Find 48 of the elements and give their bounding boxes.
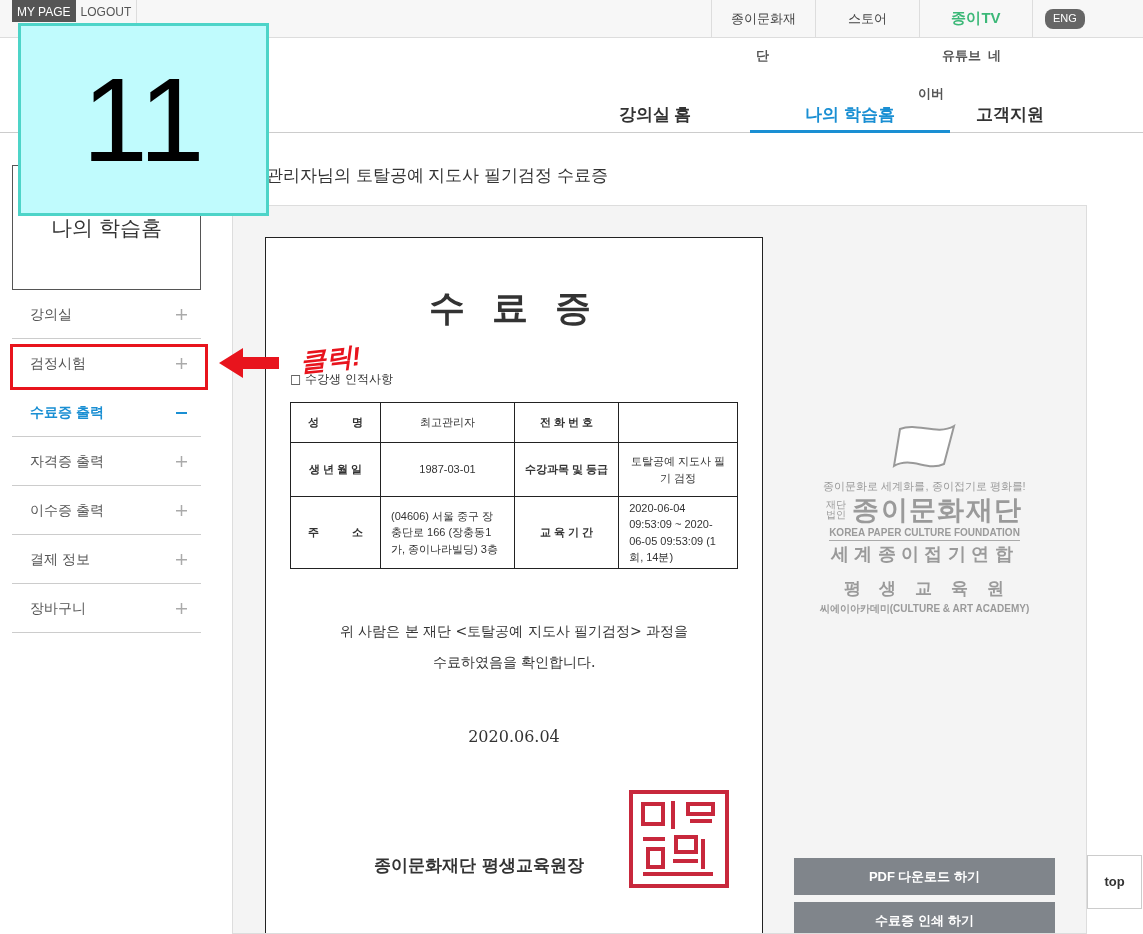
step-number-badge: 11 bbox=[18, 23, 269, 216]
scroll-to-top-button[interactable]: top bbox=[1087, 855, 1142, 909]
label-cell: 전 화 번 호 bbox=[514, 402, 619, 443]
logo-english: KOREA PAPER CULTURE FOUNDATION bbox=[829, 524, 1020, 541]
language-button[interactable]: ENG bbox=[1045, 8, 1085, 29]
logo-name: 종이문화재단 bbox=[852, 494, 1023, 525]
issuer-name: 종이문화재단 평생교육원장 bbox=[374, 854, 584, 877]
statement-text: 위 사람은 본 재단 <토탈공예 지도사 필기검정> 과정을 bbox=[339, 622, 689, 641]
arrow-icon bbox=[219, 348, 279, 378]
nav-tab[interactable]: 강의실 홈 bbox=[560, 103, 750, 133]
top-link[interactable]: 스토어 bbox=[815, 0, 919, 37]
value-cell: 최고관리자 bbox=[380, 402, 515, 443]
menu-text: 이버 bbox=[918, 85, 944, 103]
top-link[interactable]: MY PAGE bbox=[12, 0, 76, 22]
value-cell: 토탈공예 지도사 필기 검정 bbox=[618, 442, 738, 497]
value-cell: 1987-03-01 bbox=[380, 442, 515, 497]
menu-text: 단 bbox=[756, 47, 769, 65]
label-cell: 주 소 bbox=[290, 496, 381, 569]
logo-caption: 씨에이아카데미(CULTURE & ART ACADEMY) bbox=[819, 602, 1030, 616]
logo-subtitle: 평생교육원 bbox=[843, 577, 1023, 600]
nav-tab[interactable]: 나의 학습홈 bbox=[750, 103, 950, 133]
statement-text: 수료하였음을 확인합니다. bbox=[432, 653, 596, 672]
top-link[interactable]: 종이문화재 bbox=[711, 0, 815, 37]
sidebar-title: 나의 학습홈 bbox=[51, 214, 162, 241]
issue-date: 2020.06.04 bbox=[467, 726, 561, 748]
sidebar-item[interactable]: 자격증 출력 bbox=[12, 437, 201, 486]
label-cell: 교 육 기 간 bbox=[514, 496, 619, 569]
logo-subtitle: 세계종이접기연합 bbox=[830, 542, 1019, 566]
sidebar-item[interactable]: 수료증 출력 bbox=[12, 388, 201, 437]
label-cell: 수강과목 및 등급 bbox=[514, 442, 619, 497]
menu-text: 유튜브 네 bbox=[942, 47, 1002, 65]
action-button[interactable]: 수료증 인쇄 하기 bbox=[794, 902, 1055, 933]
sidebar-item[interactable]: 검정시험 bbox=[12, 339, 201, 388]
top-link[interactable]: LOGOUT bbox=[75, 0, 137, 22]
value-cell: 2020-06-04 09:53:09 ~ 2020-06-05 09:53:09 (1회, 14분) bbox=[618, 496, 738, 569]
label-cell: 성 명 bbox=[290, 402, 381, 443]
action-button[interactable]: PDF 다운로드 하기 bbox=[794, 858, 1055, 895]
sidebar-item[interactable]: 이수증 출력 bbox=[12, 486, 201, 535]
value-cell: (04606) 서울 중구 장충단로 166 (장충동1가, 종이나라빌딩) 3층 bbox=[380, 496, 515, 569]
certificate-title: 수 료 증 bbox=[428, 285, 600, 330]
flag-icon bbox=[891, 424, 958, 470]
sidebar-item[interactable]: 장바구니 bbox=[12, 584, 201, 633]
label-cell: 생 년 월 일 bbox=[290, 442, 381, 497]
sidebar-item[interactable]: 결제 정보 bbox=[12, 535, 201, 584]
logo-label: 재단법인 bbox=[826, 499, 848, 520]
sidebar-item[interactable]: 강의실 bbox=[12, 290, 201, 339]
logo-slogan: 종이문화로 세계화를, 종이접기로 평화를! bbox=[823, 479, 1026, 494]
nav-tab[interactable]: 고객지원 bbox=[950, 103, 1070, 133]
